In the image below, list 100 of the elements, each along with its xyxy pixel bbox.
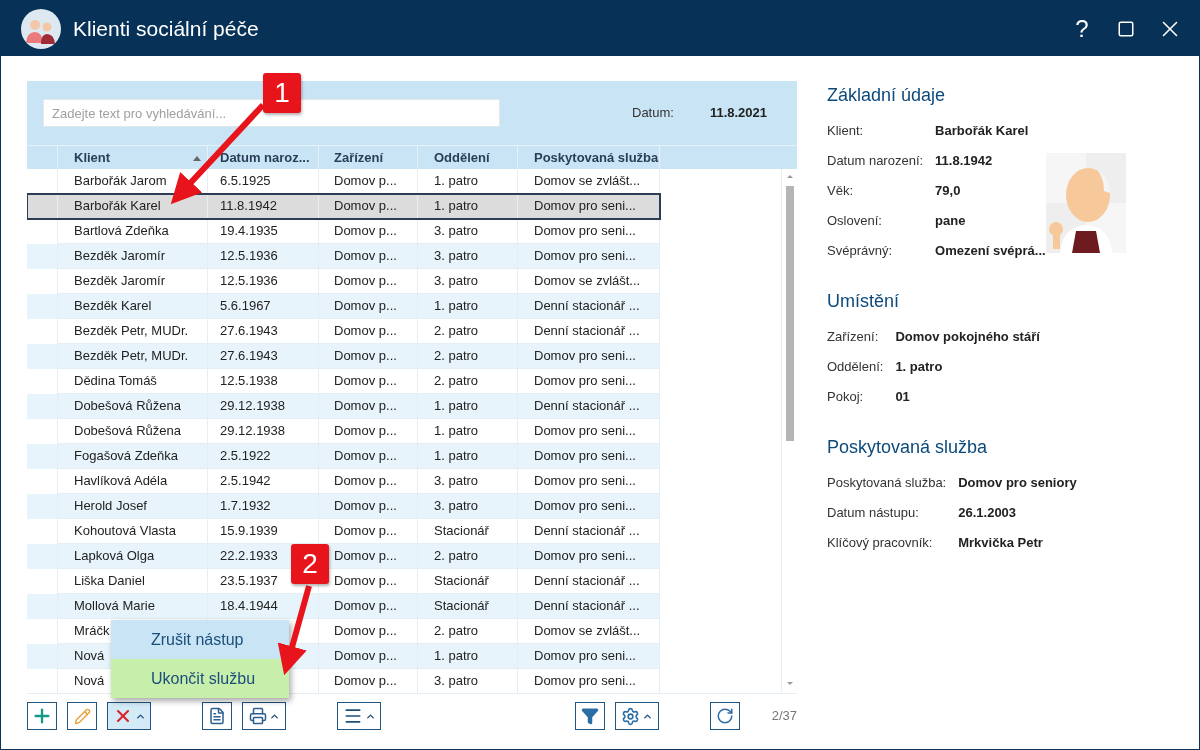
- table-row[interactable]: Dobešová Růžena 29.12.1938 Domov p... 1. patro Denní stacionář ...: [27, 394, 660, 419]
- table-row[interactable]: Bartlová Zdeňka 19.4.1935 Domov p... 3. patro Domov pro seni...: [27, 219, 660, 244]
- help-button[interactable]: ?: [1067, 10, 1097, 47]
- table-cell-text: Mráčk: [74, 622, 110, 641]
- field-value: 26.1.2003: [958, 504, 1018, 523]
- table-cell-text: Domov p...: [334, 272, 397, 291]
- scroll-up-icon[interactable]: [786, 175, 793, 178]
- printer-icon: [248, 707, 267, 725]
- settings-icon: [620, 706, 640, 726]
- table-row[interactable]: Fogašová Zdeňka 2.5.1922 Domov p... 1. patro Domov pro seni...: [27, 444, 660, 469]
- filter-button[interactable]: [574, 702, 605, 730]
- table-row[interactable]: Mollová Marie 18.4.1944 Domov p... Stacionář Denní stacionář ...: [27, 594, 660, 619]
- table-cell-text: Nová: [74, 647, 105, 666]
- table-cell-text: Domov pro seni...: [534, 647, 636, 666]
- record-counter: 2/37: [771, 707, 797, 726]
- table-cell-text: 12.5.1936: [220, 272, 278, 291]
- table-cell-text: Denní stacionář ...: [534, 597, 640, 616]
- table-cell-text: Bezděk Jaromír: [74, 272, 166, 291]
- table-cell-text: Domov pro seni...: [534, 472, 636, 491]
- table-cell-text: Lapková Olga: [74, 547, 155, 566]
- table-cell-text: Bezděk Petr, MUDr.: [74, 347, 189, 366]
- field-value: Domov pokojného stáří: [895, 328, 1040, 347]
- table-cell-text: Domov p...: [334, 372, 397, 391]
- table-cell-text: Barbořák Jarom: [74, 172, 167, 191]
- pencil-icon: [73, 707, 91, 725]
- table-row[interactable]: Bezděk Petr, MUDr. 27.6.1943 Domov p... 2. patro Domov pro seni...: [27, 344, 660, 369]
- table-cell-text: Domov pro seni...: [534, 547, 636, 566]
- table-cell-text: 1. patro: [434, 297, 479, 316]
- refresh-button[interactable]: [709, 702, 740, 730]
- table-cell-text: 3. patro: [434, 272, 479, 291]
- document-button[interactable]: [202, 702, 232, 730]
- table-cell-text: Dědina Tomáš: [74, 372, 157, 391]
- field-value: Mrkvička Petr: [958, 534, 1044, 553]
- field-label: Datum nástupu:: [827, 504, 920, 523]
- table-cell-text: Stacionář: [434, 572, 489, 591]
- scrollbar[interactable]: [781, 169, 797, 693]
- table-row[interactable]: Bezděk Jaromír 12.5.1936 Domov p... 3. patro Domov pro seni...: [27, 244, 660, 269]
- field-value: 1. patro: [895, 358, 944, 377]
- people-icon: [21, 8, 61, 49]
- table-cell-text: Domov p...: [334, 447, 397, 466]
- field-value: pane: [935, 212, 967, 231]
- filter-icon: [580, 707, 599, 725]
- table-cell-text: 1. patro: [434, 172, 479, 191]
- table-cell-text: Domov pro seni...: [534, 222, 636, 241]
- table-cell-text: Domov p...: [334, 197, 397, 216]
- table-cell-text: 1.7.1932: [220, 497, 271, 516]
- table-cell-text: Domov p...: [334, 672, 397, 691]
- table-cell-text: 1. patro: [434, 197, 479, 216]
- table-cell-text: Domov p...: [334, 422, 397, 441]
- document-icon: [208, 707, 226, 725]
- table-cell-text: 11.8.1942: [220, 197, 277, 216]
- table-cell-text: Domov p...: [334, 172, 397, 191]
- table-cell-text: 2. patro: [434, 372, 479, 391]
- table-cell-text: Domov se zvlášt...: [534, 622, 641, 641]
- table-row[interactable]: Herold Josef 1.7.1932 Domov p... 3. patro Domov pro seni...: [27, 494, 660, 519]
- field-value: 79,0: [935, 182, 962, 201]
- table-cell-text: Denní stacionář ...: [534, 297, 640, 316]
- table-cell-text: Bezděk Jaromír: [74, 247, 166, 266]
- add-button[interactable]: [27, 702, 57, 730]
- table-cell-text: Domov pro seni...: [534, 672, 636, 691]
- table-cell-text: Domov p...: [334, 222, 397, 241]
- date-label: Datum:: [632, 104, 674, 123]
- table-cell-text: 2. patro: [434, 322, 479, 341]
- settings-button[interactable]: [614, 702, 659, 730]
- scroll-down-icon[interactable]: [786, 682, 793, 685]
- field-label: Poskytovaná služba:: [827, 474, 947, 493]
- table-cell-text: Denní stacionář ...: [534, 322, 640, 341]
- table-cell-text: Domov p...: [334, 472, 397, 491]
- table-cell-text: Domov p...: [334, 547, 397, 566]
- table-cell-text: Denní stacionář ...: [534, 522, 640, 541]
- section-title: Umístění: [827, 290, 901, 312]
- table-cell-text: 3. patro: [434, 222, 479, 241]
- field-label: Svéprávný:: [827, 242, 894, 261]
- scroll-thumb[interactable]: [785, 186, 794, 441]
- table-cell-text: Domov p...: [334, 597, 397, 616]
- field-value: 01: [895, 388, 911, 407]
- edit-button[interactable]: [67, 702, 97, 730]
- table-cell-text: 5.6.1967: [220, 297, 271, 316]
- table-cell-text: 19.4.1935: [220, 222, 278, 241]
- maximize-icon: [1117, 19, 1135, 38]
- menu-button[interactable]: [337, 702, 381, 730]
- table-row[interactable]: Barbořák Karel 11.8.1942 Domov p... 1. patro Domov pro seni...: [27, 194, 660, 219]
- menu-item[interactable]: Zrušit nástup: [111, 620, 289, 659]
- table-cell-text: Domov p...: [334, 297, 397, 316]
- delete-button[interactable]: [107, 702, 151, 730]
- table-cell-text: Stacionář: [434, 597, 489, 616]
- table-cell-text: Bartlová Zdeňka: [74, 222, 169, 241]
- table-cell-text: 2.5.1922: [220, 447, 271, 466]
- menu-item[interactable]: Ukončit službu: [111, 659, 289, 698]
- table-cell-text: Dobešová Růžena: [74, 397, 181, 416]
- date-value: 11.8.2021: [709, 104, 768, 123]
- field-value: 11.8.1942: [935, 152, 994, 171]
- table-cell-text: Bezděk Karel: [74, 297, 152, 316]
- table-cell-text: Domov pro seni...: [534, 447, 636, 466]
- table-cell-text: 29.12.1938: [220, 397, 286, 416]
- table-cell-text: 2.5.1942: [220, 472, 271, 491]
- field-label: Pokoj:: [827, 388, 865, 407]
- table-row[interactable]: Bezděk Karel 5.6.1967 Domov p... 1. patro Denní stacionář ...: [27, 294, 660, 319]
- table-cell-text: Havlíková Adéla: [74, 472, 168, 491]
- print-button[interactable]: [242, 702, 286, 730]
